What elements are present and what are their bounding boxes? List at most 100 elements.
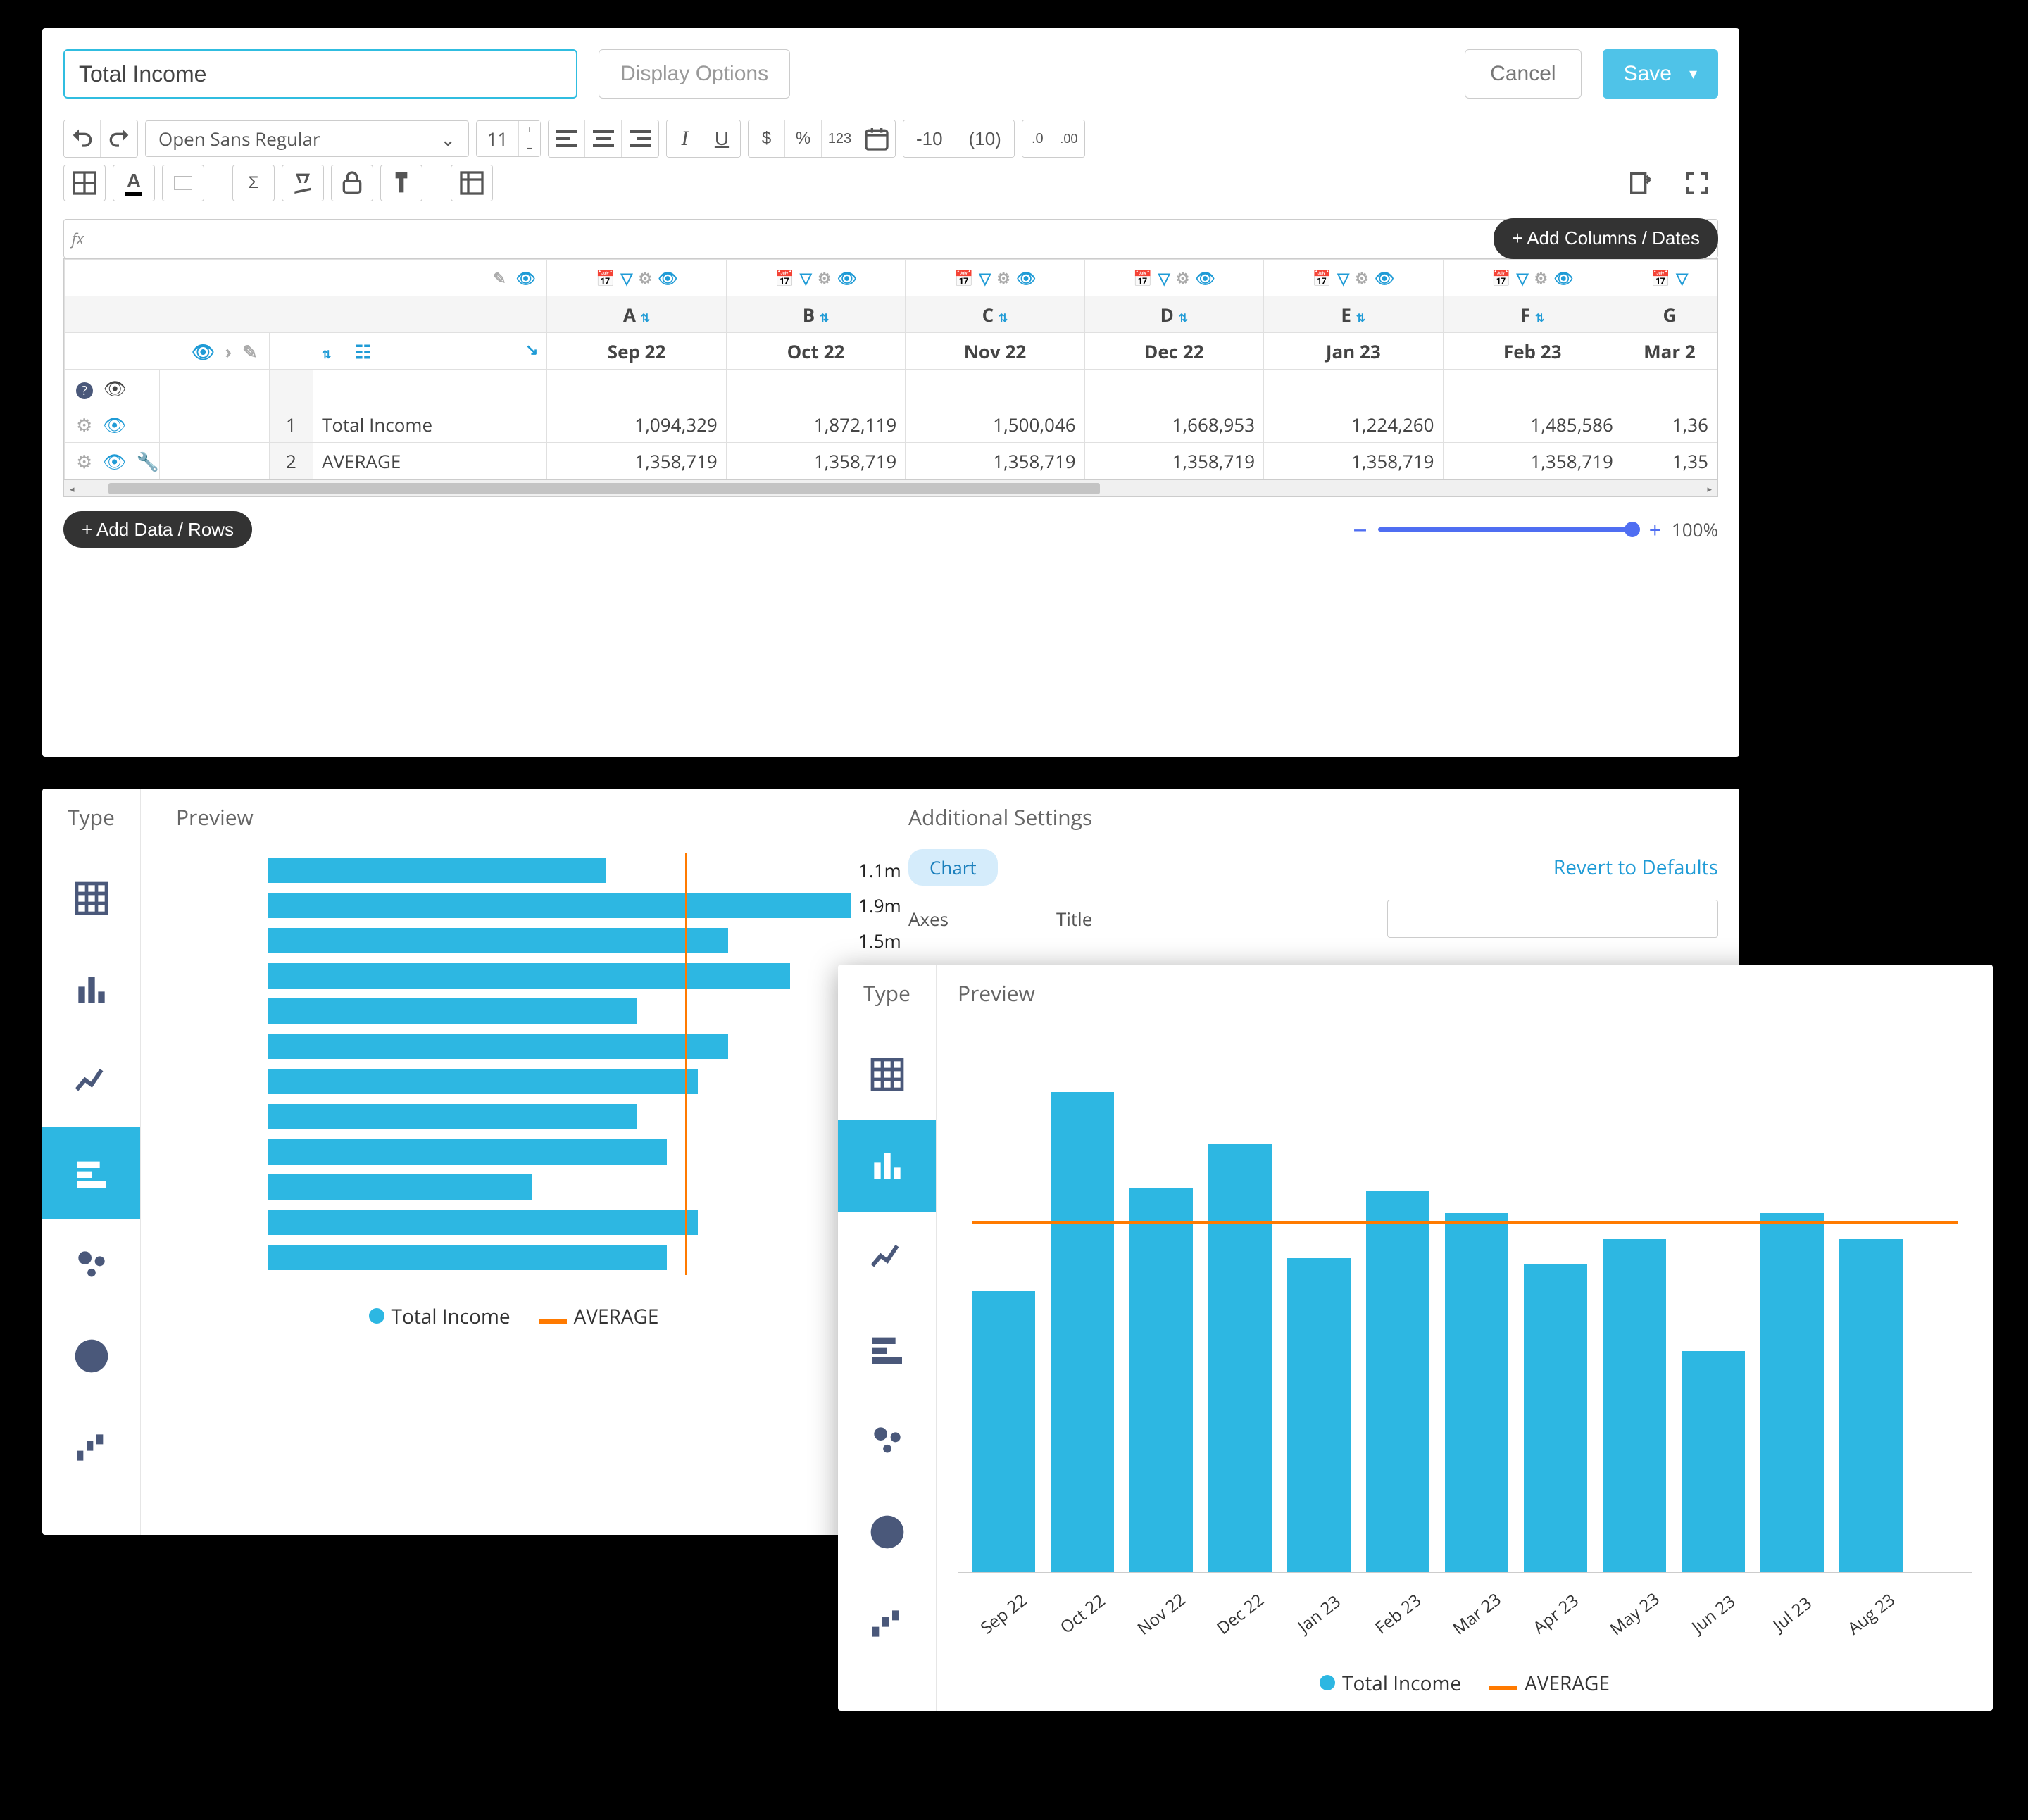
type-column-chart-button[interactable] bbox=[42, 944, 140, 1036]
cell[interactable]: 1,485,586 bbox=[1443, 406, 1622, 443]
col-letter[interactable]: B ⇅ bbox=[726, 296, 905, 333]
axes-title-input[interactable] bbox=[1387, 900, 1718, 938]
eye-icon[interactable]: 👁 bbox=[515, 268, 535, 289]
gear-icon[interactable]: ⚙ bbox=[638, 268, 652, 289]
type-line-chart-button[interactable] bbox=[838, 1212, 936, 1303]
type-bubble-chart-button[interactable] bbox=[42, 1219, 140, 1310]
wrench-icon[interactable]: 🔧 bbox=[137, 448, 159, 474]
col-letter[interactable]: C ⇅ bbox=[906, 296, 1084, 333]
col-date[interactable]: Dec 22 bbox=[1084, 333, 1263, 370]
col-date[interactable]: Oct 22 bbox=[726, 333, 905, 370]
eye-icon[interactable]: 👁 bbox=[837, 268, 857, 289]
eye-icon[interactable]: 👁 bbox=[1553, 268, 1573, 289]
cell[interactable]: 1,094,329 bbox=[547, 406, 726, 443]
gear-icon[interactable]: ⚙ bbox=[818, 268, 832, 289]
italic-button[interactable]: I bbox=[667, 120, 703, 157]
edit-icon[interactable]: ✎ bbox=[493, 268, 506, 289]
zoom-in-button[interactable]: + bbox=[1649, 515, 1661, 544]
text-color-button[interactable]: A bbox=[113, 165, 155, 201]
cell[interactable]: 1,668,953 bbox=[1084, 406, 1263, 443]
gear-icon[interactable]: ⚙ bbox=[1176, 268, 1190, 289]
type-table-button[interactable] bbox=[42, 853, 140, 944]
cell[interactable]: 1,358,719 bbox=[726, 443, 905, 479]
gear-icon[interactable]: ⚙ bbox=[996, 268, 1010, 289]
cell[interactable]: 1,358,719 bbox=[1443, 443, 1622, 479]
decrease-decimal-button[interactable]: .0 bbox=[1022, 120, 1053, 157]
type-pie-chart-button[interactable] bbox=[838, 1486, 936, 1578]
format-painter-button[interactable] bbox=[380, 165, 423, 201]
eye-icon[interactable]: 👁 bbox=[658, 268, 677, 289]
percent-button[interactable]: % bbox=[785, 120, 822, 157]
table-options-button[interactable] bbox=[451, 165, 493, 201]
fullscreen-button[interactable] bbox=[1676, 165, 1718, 201]
col-date[interactable]: Sep 22 bbox=[547, 333, 726, 370]
help-icon[interactable]: ? bbox=[76, 382, 93, 399]
add-columns-button[interactable]: + Add Columns / Dates bbox=[1494, 218, 1718, 259]
align-center-button[interactable] bbox=[585, 120, 622, 157]
row-number[interactable]: 1 bbox=[269, 406, 313, 443]
cell[interactable]: 1,358,719 bbox=[1084, 443, 1263, 479]
number-format-button[interactable]: 123 bbox=[822, 120, 858, 157]
gear-icon[interactable]: ⚙ bbox=[1534, 268, 1548, 289]
eye-icon[interactable]: 👁 bbox=[103, 412, 126, 437]
type-line-chart-button[interactable] bbox=[42, 1036, 140, 1127]
cell[interactable]: 1,224,260 bbox=[1264, 406, 1443, 443]
gear-icon[interactable]: ⚙ bbox=[76, 412, 92, 437]
align-left-button[interactable] bbox=[549, 120, 585, 157]
col-letter[interactable]: D ⇅ bbox=[1084, 296, 1263, 333]
cell[interactable]: 1,872,119 bbox=[726, 406, 905, 443]
calendar-icon[interactable]: 📅 bbox=[775, 268, 794, 289]
filter-icon[interactable]: ▽ bbox=[1517, 268, 1529, 289]
font-size-down-button[interactable]: − bbox=[519, 139, 540, 157]
clear-format-button[interactable] bbox=[282, 165, 324, 201]
filter-icon[interactable]: ▽ bbox=[1158, 268, 1170, 289]
type-table-button[interactable] bbox=[838, 1029, 936, 1120]
col-date[interactable]: Jan 23 bbox=[1264, 333, 1443, 370]
col-letter[interactable]: E ⇅ bbox=[1264, 296, 1443, 333]
export-button[interactable] bbox=[1620, 165, 1662, 201]
gear-icon[interactable]: ⚙ bbox=[76, 448, 92, 474]
undo-button[interactable] bbox=[64, 120, 101, 157]
type-hbar-chart-button[interactable] bbox=[838, 1303, 936, 1395]
negative-paren-button[interactable]: (10) bbox=[956, 120, 1014, 157]
filter-icon[interactable]: ▽ bbox=[621, 268, 633, 289]
eye-icon[interactable]: 👁 bbox=[1016, 268, 1036, 289]
row-number[interactable]: 2 bbox=[269, 443, 313, 479]
negative-minus-button[interactable]: -10 bbox=[903, 120, 956, 157]
sort-icon[interactable]: ⇅ bbox=[322, 346, 331, 362]
borders-button[interactable] bbox=[63, 165, 106, 201]
calendar-icon[interactable]: 📅 bbox=[1133, 268, 1152, 289]
cancel-button[interactable]: Cancel bbox=[1465, 49, 1581, 99]
font-select[interactable]: Open Sans Regular ⌄ bbox=[145, 120, 469, 157]
type-bubble-chart-button[interactable] bbox=[838, 1395, 936, 1486]
cell[interactable]: 1,36 bbox=[1622, 406, 1717, 443]
calendar-icon[interactable]: 📅 bbox=[954, 268, 973, 289]
filter-icon[interactable]: ▽ bbox=[1676, 268, 1688, 289]
filter-icon[interactable]: ▽ bbox=[800, 268, 812, 289]
cell[interactable]: 1,500,046 bbox=[906, 406, 1084, 443]
zoom-slider[interactable] bbox=[1378, 527, 1639, 532]
underline-button[interactable]: U bbox=[703, 120, 740, 157]
title-input[interactable] bbox=[63, 49, 577, 99]
cell[interactable]: 1,358,719 bbox=[1264, 443, 1443, 479]
row-label[interactable]: Total Income bbox=[313, 406, 547, 443]
eye-icon[interactable]: 👁 bbox=[1375, 268, 1394, 289]
formula-input[interactable] bbox=[92, 220, 1494, 258]
save-button[interactable]: Save ▾ bbox=[1603, 49, 1718, 99]
chevron-right-icon[interactable]: › bbox=[225, 339, 232, 364]
filter-icon[interactable]: ▽ bbox=[979, 268, 991, 289]
eye-icon[interactable]: 👁 bbox=[192, 339, 215, 364]
zoom-out-button[interactable]: − bbox=[1353, 513, 1367, 547]
cell[interactable]: 1,358,719 bbox=[547, 443, 726, 479]
col-letter[interactable]: A ⇅ bbox=[547, 296, 726, 333]
font-size-up-button[interactable]: + bbox=[519, 121, 540, 139]
fill-color-button[interactable] bbox=[162, 165, 204, 201]
col-date[interactable]: Feb 23 bbox=[1443, 333, 1622, 370]
arrow-down-right-icon[interactable]: ↘ bbox=[525, 339, 538, 360]
type-column-chart-button[interactable] bbox=[838, 1120, 936, 1212]
increase-decimal-button[interactable]: .00 bbox=[1053, 120, 1084, 157]
cell[interactable]: 1,358,719 bbox=[906, 443, 1084, 479]
type-waterfall-button[interactable] bbox=[42, 1402, 140, 1493]
col-date[interactable]: Nov 22 bbox=[906, 333, 1084, 370]
col-letter[interactable]: F ⇅ bbox=[1443, 296, 1622, 333]
